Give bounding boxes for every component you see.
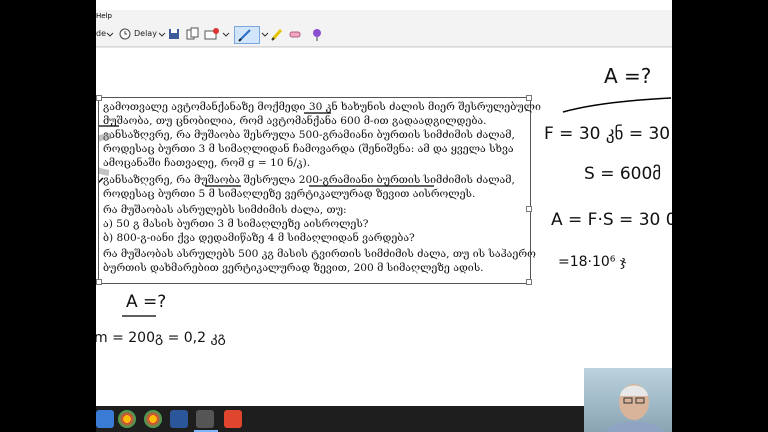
chevron-down-icon[interactable] [158, 26, 166, 42]
resize-handle[interactable] [526, 206, 532, 212]
delay-clock-icon[interactable] [118, 26, 132, 42]
chrome-icon[interactable] [118, 410, 136, 428]
handwritten-result: =18·10⁶ ჯ [558, 254, 627, 270]
handwritten-distance: S = 600მ [584, 164, 662, 184]
resize-handle[interactable] [96, 95, 102, 101]
resize-handle[interactable] [526, 95, 532, 101]
snipping-tool-icon[interactable] [196, 410, 214, 428]
annotation-strokes [99, 112, 434, 187]
word-icon[interactable] [170, 410, 188, 428]
save-icon[interactable] [168, 26, 180, 42]
underline-stroke [562, 97, 672, 113]
resize-handle[interactable] [526, 279, 532, 285]
problem-image[interactable]: გამოთვალე ავტომანქანაზე მოქმედი 30 კნ ხა… [96, 95, 541, 285]
handwritten-work-question: A =? [604, 64, 652, 88]
chevron-down-icon[interactable] [222, 26, 230, 42]
webcam-overlay [584, 368, 672, 432]
handwritten-mass: m = 200გ = 0,2 კგ [96, 330, 226, 346]
menu-bar: Help [96, 10, 672, 22]
recorder-icon[interactable] [224, 410, 242, 428]
send-email-icon[interactable] [204, 26, 220, 42]
title-bar [96, 0, 672, 10]
underline-stroke [122, 315, 156, 317]
canvas-edge [96, 47, 672, 48]
delay-button[interactable]: Delay [134, 26, 157, 42]
toolbar: de Delay [96, 22, 672, 47]
handwritten-force: F = 30 კნ = 30 [544, 124, 671, 144]
app-icon[interactable] [96, 410, 114, 428]
new-button[interactable]: de [96, 26, 106, 42]
handwritten-work: A = F·S = 30 000 [551, 210, 672, 230]
chevron-down-icon[interactable] [106, 26, 114, 42]
highlighter-icon[interactable] [270, 26, 284, 42]
help-menu[interactable]: Help [96, 10, 112, 22]
handwritten-work-question: A =? [126, 292, 167, 312]
pen-tool-button[interactable] [234, 26, 260, 44]
presenter-avatar [606, 384, 664, 432]
resize-handle[interactable] [96, 279, 102, 285]
chevron-down-icon[interactable] [261, 26, 269, 42]
chrome-icon[interactable] [144, 410, 162, 428]
color-picker-icon[interactable] [310, 26, 324, 42]
copy-icon[interactable] [186, 26, 200, 42]
eraser-icon[interactable] [288, 26, 302, 42]
